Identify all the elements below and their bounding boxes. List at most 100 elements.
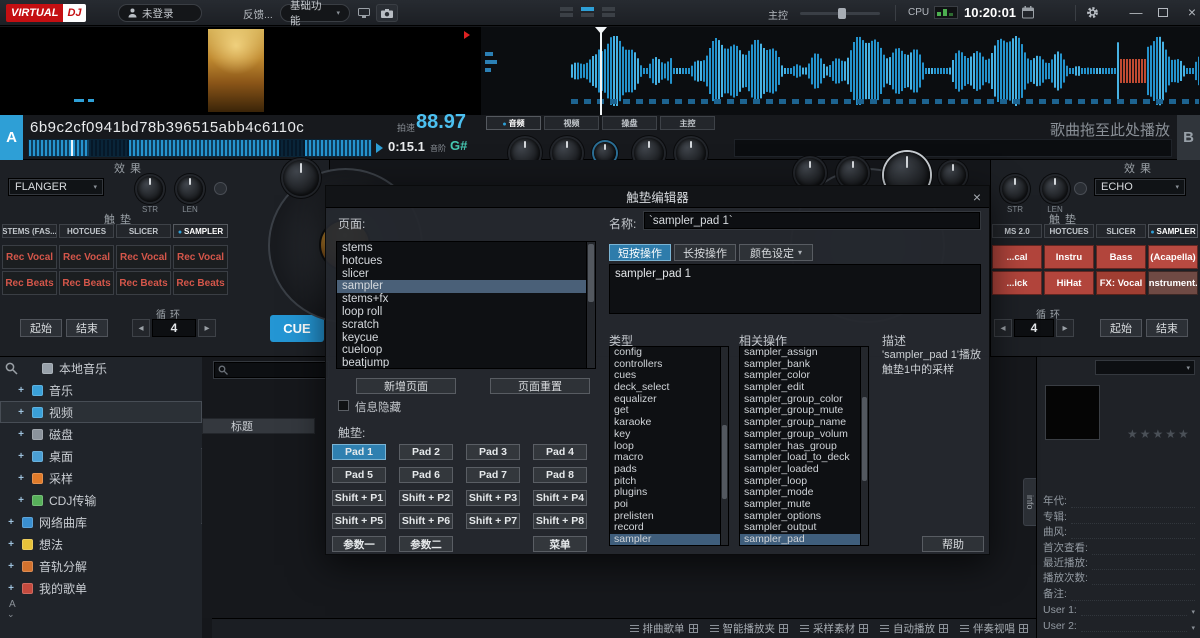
page-item[interactable]: stems+fx — [337, 293, 586, 306]
page-item[interactable]: keycue — [337, 332, 586, 345]
page-item[interactable]: scratch — [337, 319, 586, 332]
info-field[interactable]: 备注: — [1043, 585, 1195, 600]
close-icon[interactable]: × — [973, 189, 981, 205]
type-item[interactable]: plugins — [610, 487, 720, 499]
fx-left-effect-select[interactable]: FLANGER ▾ — [8, 178, 104, 196]
deck-a-track-title[interactable]: 6b9c2cf0941bd78b396515abb4c6110c — [30, 119, 390, 136]
action-item[interactable]: sampler_has_group — [740, 441, 860, 453]
fx-right-str-knob[interactable] — [1002, 176, 1028, 202]
loop-end-button[interactable]: 结束 — [66, 319, 108, 337]
type-item[interactable]: poi — [610, 499, 720, 511]
info-field-value[interactable] — [1071, 589, 1195, 601]
type-item[interactable]: pitch — [610, 476, 720, 488]
pad-page-tab[interactable]: HOTCUES — [1044, 224, 1094, 238]
pad-select-button[interactable]: Shift + P7 — [466, 513, 520, 529]
fx-right-effect-select[interactable]: ECHO ▾ — [1094, 178, 1186, 196]
performance-pad[interactable]: HiHat — [1044, 271, 1094, 295]
sidebar-item-idea[interactable]: +想法 — [0, 533, 202, 555]
action-item[interactable]: sampler_mute — [740, 499, 860, 511]
help-button[interactable]: 帮助 — [922, 536, 984, 552]
album-art[interactable] — [1045, 385, 1100, 440]
type-item[interactable]: macro — [610, 452, 720, 464]
master-slider[interactable] — [800, 12, 880, 15]
script-editor[interactable]: sampler_pad 1 — [609, 264, 981, 314]
fx-left-str-knob[interactable] — [137, 176, 163, 202]
pad-select-button[interactable]: Pad 3 — [466, 444, 520, 460]
expander-icon[interactable]: + — [6, 583, 16, 594]
action-item[interactable]: sampler_output — [740, 522, 860, 534]
camera-button[interactable] — [376, 4, 398, 22]
action-item[interactable]: sampler_color — [740, 370, 860, 382]
page-item[interactable]: stems — [337, 242, 586, 255]
action-item[interactable]: sampler_loaded — [740, 464, 860, 476]
column-header-title[interactable]: 标题 — [202, 418, 315, 434]
info-field-value[interactable] — [1092, 573, 1195, 585]
mixer-tab[interactable]: 音频 — [486, 116, 541, 130]
mode-select[interactable]: 基础功能 ▾ — [280, 4, 350, 22]
sidebar-item-playlist[interactable]: +我的歌单 — [0, 577, 202, 599]
param2-button[interactable]: 参数二 — [399, 536, 453, 552]
deck-a-bpm[interactable]: 88.97 — [416, 111, 466, 134]
pad-page-tab[interactable]: SAMPLER — [1148, 224, 1198, 238]
performance-pad[interactable]: Rec Beats — [59, 271, 114, 295]
param1-button[interactable]: 参数一 — [332, 536, 386, 552]
mixer-tab[interactable]: 视频 — [544, 116, 599, 130]
search-input[interactable] — [214, 362, 328, 378]
type-item[interactable]: karaoke — [610, 417, 720, 429]
deck-b-badge[interactable]: B — [1177, 115, 1200, 160]
info-field[interactable]: 首次查看: — [1043, 539, 1195, 554]
page-item[interactable]: sampler — [337, 280, 586, 293]
pages-scrollbar[interactable] — [586, 242, 595, 368]
deck-a-track-overview[interactable] — [28, 139, 372, 157]
pad-select-button[interactable]: Pad 8 — [533, 467, 587, 483]
page-item[interactable]: beatjump — [337, 357, 586, 369]
expander-icon[interactable]: + — [6, 561, 16, 572]
page-item[interactable]: slicer — [337, 268, 586, 281]
pad-select-button[interactable]: Shift + P4 — [533, 490, 587, 506]
sideview-toggle[interactable]: 智能播放夹 — [710, 621, 789, 636]
info-field[interactable]: 专辑: — [1043, 508, 1195, 523]
pad-page-tab[interactable]: MS 2.0 — [992, 224, 1042, 238]
sidebar-item-globe[interactable]: +网络曲库 — [0, 511, 202, 533]
sideview-toggle[interactable]: 采样素材 — [800, 621, 868, 636]
gear-icon[interactable] — [1074, 182, 1087, 195]
calendar-icon[interactable] — [1022, 6, 1034, 19]
deck-b-eq-knob[interactable] — [795, 158, 825, 188]
sideview-toggle[interactable]: 自动播放 — [880, 621, 948, 636]
loop-start-button[interactable]: 起始 — [1100, 319, 1142, 337]
performance-pad[interactable]: Bass — [1096, 245, 1146, 269]
deck-indicator-1[interactable] — [560, 7, 573, 17]
action-item[interactable]: sampler_pad — [740, 534, 860, 546]
performance-pad[interactable]: (Instrument... — [1148, 271, 1198, 295]
chevron-down-icon[interactable]: ▾ — [1191, 608, 1195, 616]
chevron-down-icon[interactable]: ▾ — [1191, 624, 1195, 632]
action-item[interactable]: sampler_group_volum — [740, 429, 860, 441]
info-field-value[interactable] — [1071, 527, 1195, 539]
actions-scrollbar[interactable] — [860, 347, 868, 545]
pad-page-tab[interactable]: STEMS (FAS... — [2, 224, 57, 238]
expander-icon[interactable]: + — [6, 539, 16, 550]
pad-select-button[interactable]: Pad 7 — [466, 467, 520, 483]
performance-pad[interactable]: ...cal — [992, 245, 1042, 269]
close-button[interactable]: × — [1184, 4, 1200, 20]
performance-pad[interactable]: FX: Vocal — [1096, 271, 1146, 295]
loop-start-button[interactable]: 起始 — [20, 319, 62, 337]
pad-select-button[interactable]: Pad 5 — [332, 467, 386, 483]
performance-pad[interactable]: (Acapella) — [1148, 245, 1198, 269]
performance-pad[interactable]: Rec Vocal — [116, 245, 171, 269]
monitor-icon[interactable] — [358, 8, 370, 18]
type-item[interactable]: controllers — [610, 359, 720, 371]
reset-page-button[interactable]: 页面重置 — [490, 378, 590, 394]
sideview-toggle[interactable]: 伴奏视唱 — [960, 621, 1028, 636]
info-field[interactable]: 播放次数: — [1043, 570, 1195, 585]
rating-stars[interactable]: ★★★★★ — [1127, 427, 1191, 441]
performance-pad[interactable]: Rec Beats — [173, 271, 228, 295]
deck-a-fx-knob[interactable] — [283, 160, 319, 196]
deck-b-track-overview[interactable] — [734, 139, 1172, 157]
pad-select-button[interactable]: Shift + P3 — [466, 490, 520, 506]
pad-page-tab[interactable]: SAMPLER — [173, 224, 228, 238]
deck-indicator-3[interactable] — [602, 7, 615, 17]
action-item[interactable]: sampler_assign — [740, 347, 860, 359]
action-item[interactable]: sampler_loop — [740, 476, 860, 488]
performance-pad[interactable]: Instru — [1044, 245, 1094, 269]
